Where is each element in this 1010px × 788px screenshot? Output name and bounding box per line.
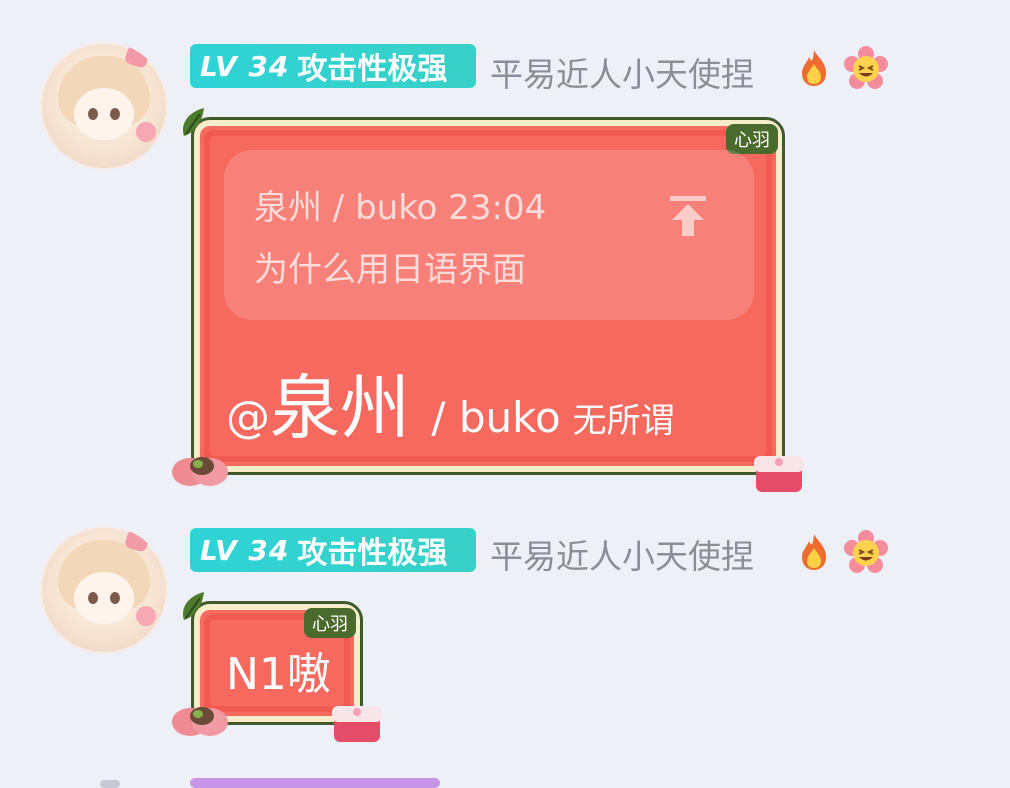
flower-decoration-icon <box>172 457 228 486</box>
jump-to-top-icon[interactable] <box>668 194 708 238</box>
bubble-tag: 心羽 <box>304 608 356 638</box>
reply-header: 泉州 / buko 23:04 <box>254 188 547 228</box>
message-row-2: LV 34 攻击性极强 平易近人小天使捏 心羽 N1嗷 <box>0 500 1010 760</box>
mention-at: @ <box>226 392 270 443</box>
level-badge[interactable]: LV 34 攻击性极强 <box>190 44 476 88</box>
message-bubble[interactable]: 心羽 N1嗷 <box>172 592 382 742</box>
level-text: LV 34 <box>200 533 290 567</box>
message-text: @泉州 / buko 无所谓 <box>226 352 675 453</box>
username[interactable]: 平易近人小天使捏 <box>490 48 754 96</box>
message-text: N1嗷 <box>226 649 331 700</box>
mention-name[interactable]: 泉州 <box>270 367 410 449</box>
level-badge[interactable]: LV 34 攻击性极强 <box>190 528 476 572</box>
gift-box-decoration-icon <box>754 456 804 492</box>
message-bubble[interactable]: 心羽 泉州 / buko 23:04 为什么用日语界面 @泉州 / buko 无所… <box>172 108 804 492</box>
fire-icon <box>802 50 826 86</box>
level-title: 攻击性极强 <box>297 52 448 87</box>
username[interactable]: 平易近人小天使捏 <box>490 530 754 578</box>
leaf-decoration-icon <box>182 592 204 620</box>
gift-box-decoration-icon <box>332 706 382 742</box>
leaf-decoration-icon <box>182 108 204 136</box>
fire-icon <box>802 534 826 570</box>
avatar[interactable] <box>40 526 168 654</box>
reply-text: 为什么用日语界面 <box>254 250 526 290</box>
flower-decoration-icon <box>172 707 228 736</box>
mention-handle: / buko <box>418 393 561 442</box>
message-row-1: LV 34 攻击性极强 平易近人小天使捏 心羽 泉州 / buko 23:04 … <box>0 0 1010 500</box>
next-badge-peek <box>190 778 440 788</box>
laughing-flower-icon <box>844 530 888 573</box>
next-avatar-peek <box>100 780 120 788</box>
level-title: 攻击性极强 <box>297 536 448 571</box>
bubble-tag: 心羽 <box>726 124 778 154</box>
message-body: 无所谓 <box>572 401 675 441</box>
level-text: LV 34 <box>200 49 290 83</box>
laughing-flower-icon <box>844 46 888 89</box>
avatar[interactable] <box>40 42 168 170</box>
reply-quote[interactable]: 泉州 / buko 23:04 为什么用日语界面 <box>224 150 754 320</box>
